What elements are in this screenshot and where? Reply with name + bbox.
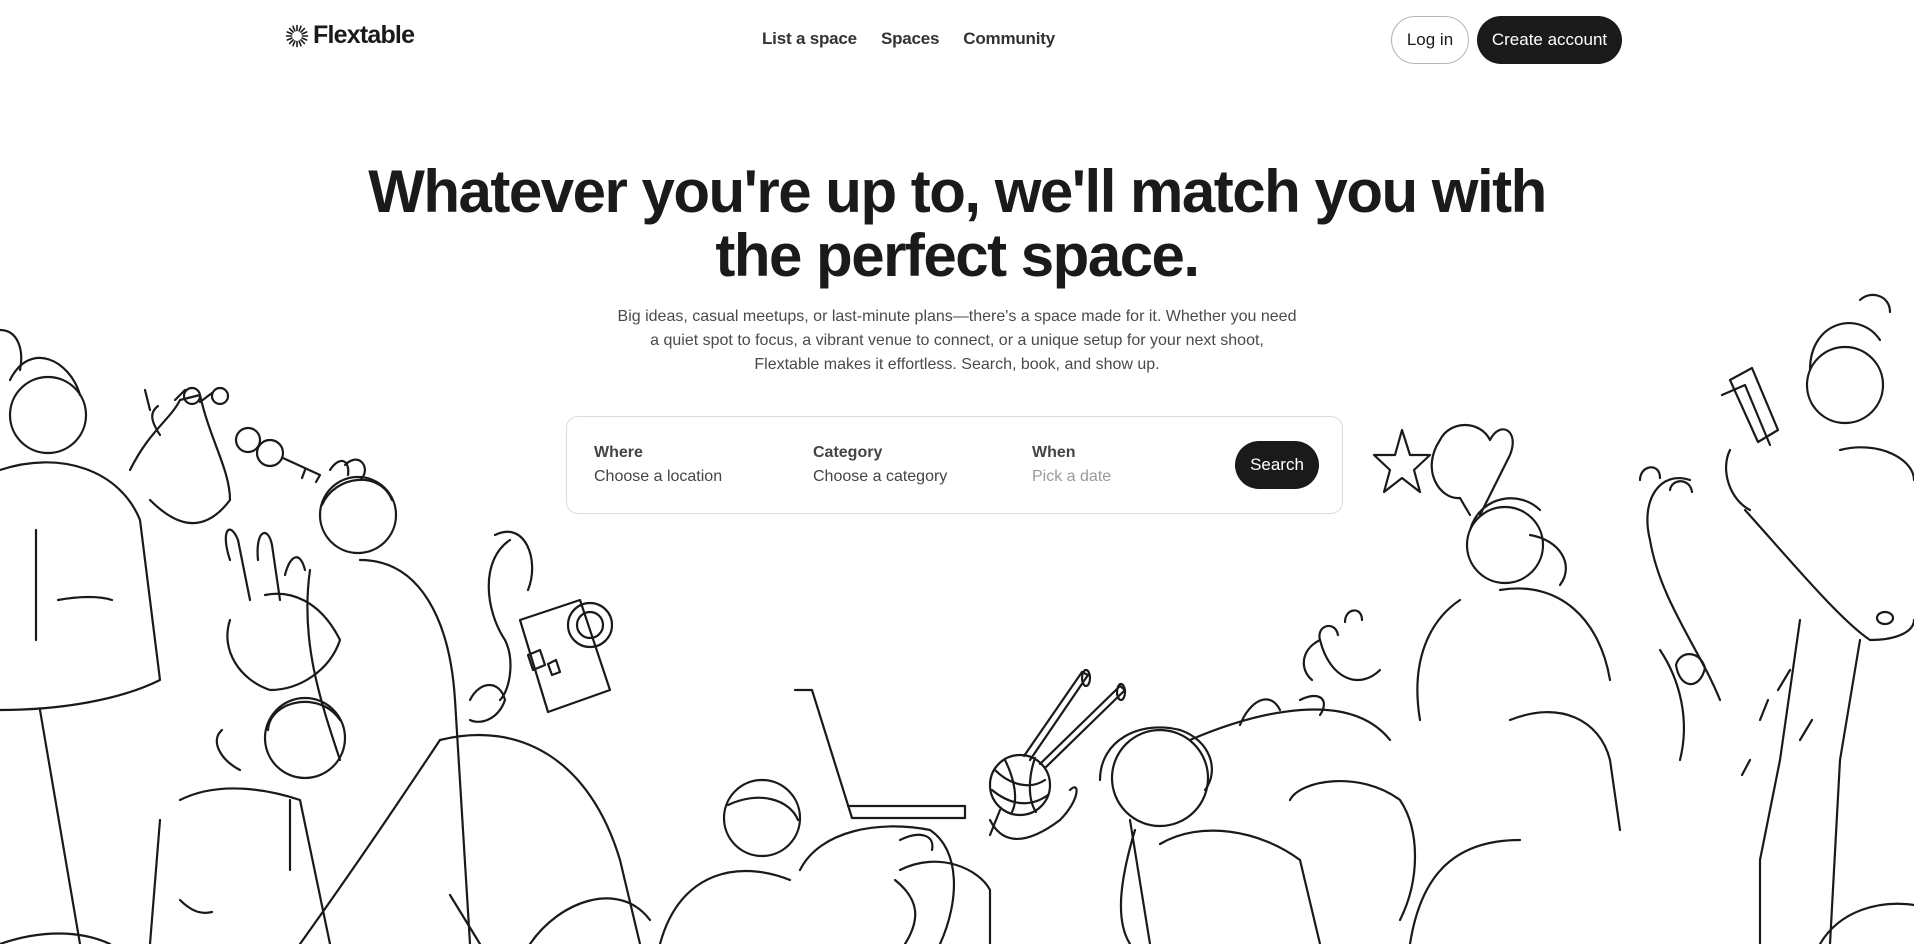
category-value: Choose a category bbox=[813, 468, 948, 485]
laptop-illustration bbox=[658, 688, 992, 944]
top-nav: Flextable List a space Spaces Community … bbox=[0, 0, 1914, 80]
when-placeholder: Pick a date bbox=[1032, 468, 1112, 485]
person-bun-illustration bbox=[224, 458, 472, 944]
hero-title: Whatever you're up to, we'll match you w… bbox=[368, 158, 1547, 289]
nav-links: List a space Spaces Community bbox=[762, 29, 1055, 49]
where-field[interactable]: Where Choose a location bbox=[594, 443, 794, 487]
where-value: Choose a location bbox=[594, 468, 723, 485]
category-label: Category bbox=[813, 444, 883, 461]
hand-illustration bbox=[1302, 638, 1686, 762]
brand-logo[interactable]: Flextable bbox=[285, 21, 415, 50]
brand-name: Flextable bbox=[313, 21, 415, 49]
when-label: When bbox=[1032, 444, 1076, 461]
camera-illustration bbox=[468, 530, 614, 723]
yarn-ball-illustration bbox=[988, 668, 1127, 840]
key-illustration bbox=[234, 426, 322, 484]
create-account-button[interactable]: Create account bbox=[1477, 16, 1622, 64]
hero-subtitle: Big ideas, casual meetups, or last-minut… bbox=[617, 308, 1297, 373]
search-bar: Where Choose a location Category Choose … bbox=[566, 416, 1343, 514]
person-left-illustration bbox=[0, 328, 232, 944]
nav-link-spaces[interactable]: Spaces bbox=[881, 29, 940, 49]
search-button[interactable]: Search bbox=[1235, 441, 1319, 489]
category-field[interactable]: Category Choose a category bbox=[813, 443, 1013, 487]
login-button[interactable]: Log in bbox=[1391, 16, 1469, 64]
where-label: Where bbox=[594, 444, 643, 461]
person-money-illustration bbox=[1638, 293, 1914, 944]
sunburst-logo-icon bbox=[285, 24, 309, 47]
people-bottom-left-illustration bbox=[0, 696, 652, 944]
person-center-right-illustration bbox=[1098, 694, 1522, 944]
nav-link-list-a-space[interactable]: List a space bbox=[762, 29, 857, 49]
when-field[interactable]: When Pick a date bbox=[1032, 443, 1232, 487]
nav-link-community[interactable]: Community bbox=[963, 29, 1055, 49]
chef-illustration bbox=[1318, 424, 1622, 832]
